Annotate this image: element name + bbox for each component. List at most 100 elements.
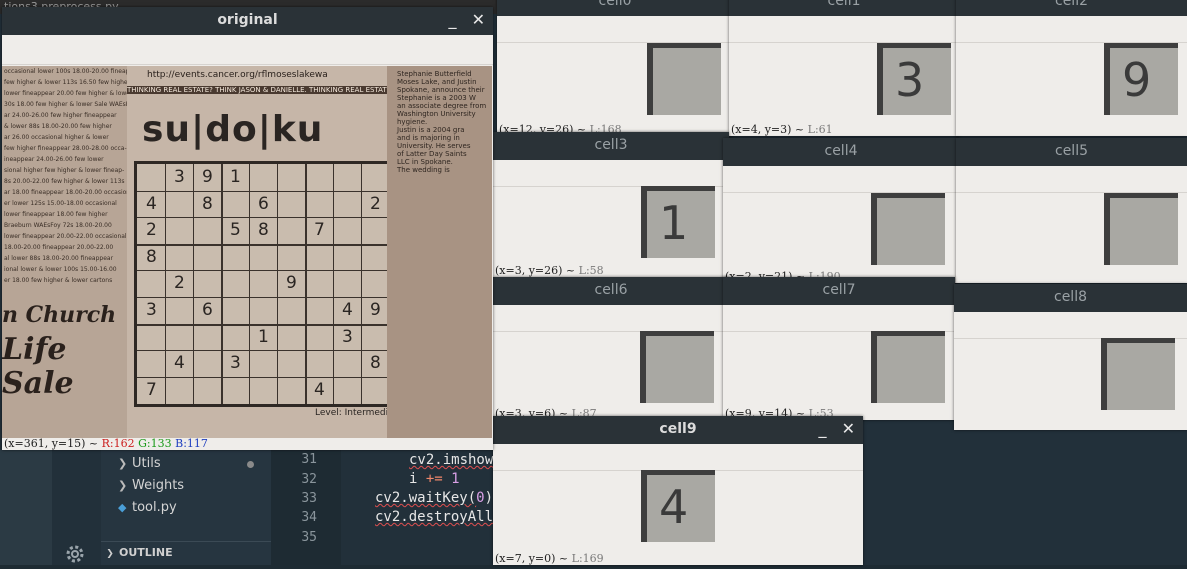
newspaper-text-line: & lower 88s 18.00-20.00 few higher — [4, 123, 112, 130]
activity-bar — [0, 450, 52, 565]
code-line-33[interactable]: cv2.waitKey(0) — [375, 490, 493, 506]
cell5-window[interactable]: cell5 — [956, 138, 1187, 283]
window-toolbar — [729, 16, 959, 43]
cell-image[interactable]: 3 — [877, 43, 951, 115]
cell-image[interactable] — [871, 331, 945, 403]
grid-line-vertical — [333, 164, 334, 404]
cell-border-left — [877, 43, 883, 115]
close-button[interactable]: ✕ — [472, 7, 485, 33]
code-text: ) — [484, 490, 494, 506]
newspaper-text-line: few higher & lower 113s 16.50 few higher — [4, 79, 131, 86]
grid-line-horizontal — [137, 217, 389, 219]
newspaper-text-line: Stephanie Butterfield — [397, 70, 472, 78]
line-number: 34 — [301, 510, 317, 525]
sudoku-cell: 2 — [370, 193, 381, 214]
outline-label: OUTLINE — [119, 546, 173, 559]
sudoku-cell: 9 — [370, 300, 381, 320]
minimize-button[interactable]: _ — [819, 416, 827, 442]
cell4-window[interactable]: cell4 (x=2, y=21) ~ L:190 — [723, 138, 959, 283]
status-level: L:58 — [578, 264, 604, 277]
cell-image[interactable] — [647, 43, 721, 115]
cell-image[interactable] — [1101, 338, 1175, 410]
cell-border-top — [1104, 43, 1178, 48]
window-toolbar — [493, 305, 729, 332]
cell2-window[interactable]: cell2 9 — [956, 0, 1187, 136]
newspaper-text-line: 8s 20.00-22.00 few higher & lower 113s — [4, 178, 125, 185]
close-button[interactable]: ✕ — [842, 416, 855, 442]
window-title: cell6 — [493, 277, 729, 305]
grid-line-horizontal — [137, 243, 389, 246]
newspaper-text-line: few higher fineappear 28.00-28.00 occa- — [4, 145, 127, 152]
newspaper-text-line: 30s 18.00 few higher & lower Sale WAEsFo… — [4, 101, 137, 108]
cell7-window[interactable]: cell7 (x=9, y=14) ~ L:53 — [723, 277, 955, 420]
cell-border-left — [647, 43, 653, 115]
church-ad-line: n Church — [2, 302, 117, 328]
minimize-button[interactable]: _ — [449, 7, 457, 33]
newspaper-text-line: and is majoring in — [397, 134, 460, 142]
sudoku-photo[interactable]: occasional lower 100s 18.00-20.00 fineap… — [2, 66, 492, 438]
window-title: cell7 — [723, 277, 955, 305]
cell8-window[interactable]: cell8 — [954, 284, 1187, 430]
cell-image[interactable]: 9 — [1104, 43, 1178, 115]
cell-image[interactable] — [1104, 193, 1178, 265]
sudoku-cell: 1 — [230, 167, 241, 187]
newspaper-text-line: ional lower & lower 100s 15.00-16.00 — [4, 266, 117, 273]
newspaper-text-line: lower fineappear 20.00-22.00 occasional — [4, 233, 127, 240]
cell0-window[interactable]: cell0 (x=12, y=26) ~ L:168 — [497, 0, 733, 136]
status-coords: (x=7, y=0) ~ — [495, 552, 572, 565]
code-operator: += — [425, 471, 443, 487]
cell-border-top — [871, 193, 945, 198]
cell-border-top — [641, 470, 715, 475]
grid-line-horizontal — [137, 323, 389, 326]
python-file-icon: ◆ — [118, 501, 127, 514]
grid-line-horizontal — [137, 297, 389, 298]
cell1-window[interactable]: cell1 3 (x=4, y=3) ~ L:61 — [729, 0, 959, 136]
cell3-window[interactable]: cell3 1 (x=3, y=26) ~ L:58 — [493, 132, 729, 277]
cell9-window[interactable]: cell9 _ ✕ 4 (x=7, y=0) ~ L:169 — [493, 416, 863, 565]
cell-border-top — [1101, 338, 1175, 343]
tree-file-tool-py[interactable]: ◆ tool.py — [118, 498, 177, 518]
outline-section-header[interactable]: ❯ OUTLINE — [101, 541, 271, 566]
cell-digit: 3 — [895, 53, 925, 107]
gear-icon[interactable] — [64, 543, 86, 565]
original-window[interactable]: original _ ✕ occasional lower 100s 18.00… — [2, 7, 493, 450]
cell-border-top — [641, 186, 715, 191]
newspaper-text-line: lower fineappear 18.00 few higher — [4, 211, 108, 218]
church-ad-line: Sale — [2, 366, 74, 401]
newspaper-text-line: ar 18.00 fineappear 18.00-20.00 occasion… — [4, 189, 136, 196]
cell-image[interactable]: 1 — [641, 186, 715, 258]
status-bar: (x=7, y=0) ~ L:169 — [495, 552, 604, 565]
cell6-window[interactable]: cell6 (x=3, y=6) ~ L:87 — [493, 277, 729, 420]
cell-image[interactable] — [640, 331, 714, 403]
window-toolbar — [493, 160, 729, 187]
sudoku-cell: 9 — [286, 273, 297, 294]
window-toolbar — [493, 444, 863, 471]
cell-border-left — [641, 470, 647, 542]
cell-border-top — [1104, 193, 1178, 198]
window-toolbar — [956, 16, 1187, 43]
window-title: cell0 — [497, 0, 733, 16]
grid-line-vertical — [165, 164, 166, 404]
code-line-31[interactable]: cv2.imshow — [409, 452, 493, 468]
tree-folder-utils[interactable]: ❯ Utils — [118, 454, 161, 474]
cell-border-left — [1104, 193, 1110, 265]
sudoku-cell: 2 — [146, 220, 157, 241]
code-line-34[interactable]: cv2.destroyAll — [375, 509, 493, 525]
sudoku-cell: 3 — [230, 353, 241, 374]
sudoku-cell: 4 — [174, 353, 185, 374]
tree-folder-weights[interactable]: ❯ Weights — [118, 476, 184, 496]
cell-digit: 1 — [659, 196, 689, 250]
cell-image[interactable] — [871, 193, 945, 265]
cell-image[interactable]: 4 — [641, 470, 715, 542]
newspaper-text-line: al lower 88s 18.00-20.00 fineappear — [4, 255, 114, 262]
status-level: L:61 — [807, 123, 833, 136]
newspaper-text-line: ar 24.00-26.00 few higher fineappear — [4, 112, 117, 119]
sudoku-cell: 1 — [258, 326, 269, 347]
status-green: G:133 — [138, 437, 172, 450]
line-number: 31 — [301, 452, 317, 467]
sudoku-cell: 4 — [314, 379, 325, 400]
sudoku-cell: 5 — [230, 220, 241, 241]
newspaper-text-line: Spokane, announce their — [397, 86, 485, 94]
status-coords: (x=4, y=3) ~ — [731, 123, 808, 136]
code-line-32[interactable]: i += 1 — [409, 471, 460, 487]
